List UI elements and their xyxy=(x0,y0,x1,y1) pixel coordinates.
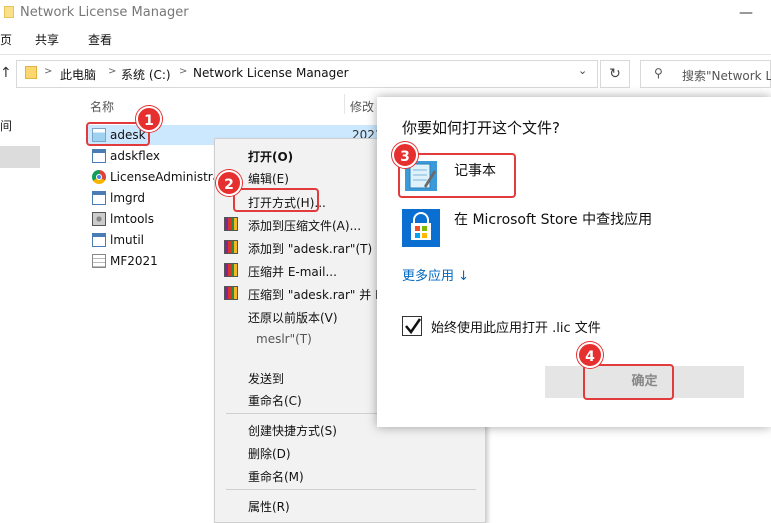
microsoft-store-icon[interactable] xyxy=(402,209,440,247)
menu-item-delete[interactable]: 删除(D) xyxy=(248,445,291,462)
ribbon xyxy=(0,28,771,55)
tab-view[interactable]: 查看 xyxy=(88,31,112,48)
highlight-open-with xyxy=(233,188,319,212)
file-name: lmtools xyxy=(110,212,154,226)
menu-item-rename-c[interactable]: 重命名(C) xyxy=(248,392,302,409)
dialog-title: 你要如何打开这个文件? xyxy=(402,119,560,137)
step-badge-1: 1 xyxy=(136,106,162,132)
menu-item-send-to[interactable]: 发送到 xyxy=(248,370,284,387)
highlight-ok xyxy=(583,364,674,400)
breadcrumb-separator: > xyxy=(44,66,53,77)
step-badge-4: 4 xyxy=(577,342,603,368)
lmtools-icon xyxy=(92,212,106,226)
breadcrumb-system-c[interactable]: 系统 (C:) xyxy=(121,66,171,83)
app-window-icon xyxy=(92,191,106,205)
always-use-label: 始终使用此应用打开 .lic 文件 xyxy=(431,321,601,336)
menu-item-edit[interactable]: 编辑(E) xyxy=(248,170,289,187)
file-name: MF2021 xyxy=(110,254,158,268)
app-window-icon xyxy=(92,149,106,163)
address-folder-icon xyxy=(25,66,37,79)
tab-home[interactable]: 页 xyxy=(0,31,12,48)
menu-item-open[interactable]: 打开(O) xyxy=(248,148,293,165)
up-arrow-icon[interactable]: ↑ xyxy=(0,62,14,84)
search-icon: ⚲ xyxy=(654,66,663,80)
file-name: lmgrd xyxy=(110,191,145,205)
menu-item-restore-previous[interactable]: 还原以前版本(V) xyxy=(248,309,338,326)
breadcrumb-this-pc[interactable]: 此电脑 xyxy=(60,66,96,83)
winrar-icon xyxy=(224,263,238,277)
menu-item-properties[interactable]: 属性(R) xyxy=(248,498,290,515)
folder-icon xyxy=(4,6,14,18)
refresh-icon[interactable]: ↻ xyxy=(600,60,630,88)
nav-pane-selected-item[interactable] xyxy=(0,146,40,168)
menu-item-add-to-rar[interactable]: 添加到 "adesk.rar"(T) xyxy=(248,240,372,257)
winrar-icon xyxy=(224,217,238,231)
file-name: lmutil xyxy=(110,233,145,247)
step-badge-3: 3 xyxy=(392,142,418,168)
winrar-icon xyxy=(224,286,238,300)
menu-separator xyxy=(226,489,476,490)
column-header-modified[interactable]: 修改 xyxy=(350,98,374,115)
more-apps-link[interactable]: 更多应用 ↓ xyxy=(402,265,469,284)
winrar-icon xyxy=(224,240,238,254)
file-name: LicenseAdministra xyxy=(110,170,221,184)
menu-item-compress-rar-email[interactable]: 压缩到 "adesk.rar" 并 E xyxy=(248,286,383,303)
menu-item-compress-email[interactable]: 压缩并 E-mail... xyxy=(248,263,337,280)
nav-pane-item[interactable]: 间 xyxy=(0,117,12,134)
tab-share[interactable]: 共享 xyxy=(35,31,59,48)
menu-item-rar[interactable]: meslr"(T) xyxy=(256,332,312,346)
menu-item-add-to-archive[interactable]: 添加到压缩文件(A)... xyxy=(248,217,361,234)
step-badge-2: 2 xyxy=(216,170,242,196)
minimize-button[interactable]: — xyxy=(731,3,761,23)
breadcrumb-network-license-manager[interactable]: Network License Manager xyxy=(193,66,349,80)
app-window-icon xyxy=(92,233,106,247)
chrome-icon xyxy=(92,170,106,184)
file-name: adskflex xyxy=(110,149,161,163)
document-icon xyxy=(92,254,106,268)
menu-item-rename-m[interactable]: 重命名(M) xyxy=(248,468,304,485)
breadcrumb-separator: > xyxy=(179,66,188,77)
search-placeholder: 搜索"Network L xyxy=(682,69,771,83)
column-header-name[interactable]: 名称 xyxy=(90,98,114,115)
window-title: Network License Manager xyxy=(20,5,189,20)
breadcrumb-separator: > xyxy=(108,66,117,77)
always-use-checkbox[interactable] xyxy=(402,316,422,336)
app-option-microsoft-store[interactable]: 在 Microsoft Store 中查找应用 xyxy=(454,209,652,229)
menu-item-create-shortcut[interactable]: 创建快捷方式(S) xyxy=(248,422,337,439)
chevron-down-icon[interactable]: ⌄ xyxy=(578,64,587,77)
column-divider[interactable] xyxy=(344,94,345,114)
